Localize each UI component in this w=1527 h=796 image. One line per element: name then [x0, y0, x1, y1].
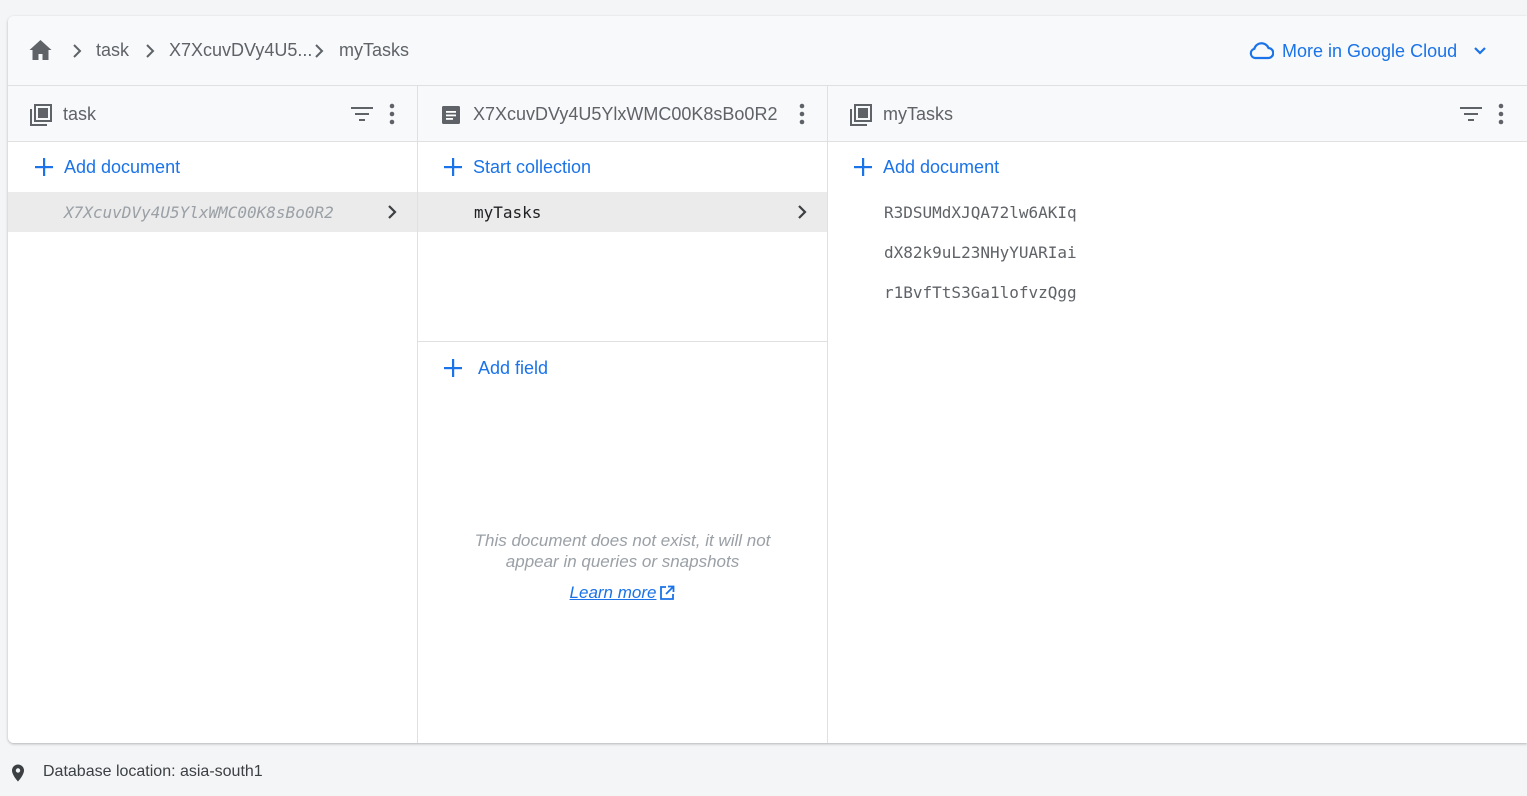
subcollection-panel-header: myTasks: [828, 86, 1527, 142]
add-field-button[interactable]: Add field: [443, 353, 548, 383]
more-vert-icon: [1498, 103, 1504, 125]
plus-icon: [444, 158, 462, 176]
subcollection-title: myTasks: [883, 104, 954, 124]
add-document-button[interactable]: Add document: [34, 152, 180, 182]
add-document-button[interactable]: Add document: [853, 152, 999, 182]
document-item[interactable]: dX82k9uL23NHyYUARIai: [884, 243, 1077, 269]
collection-title: task: [63, 104, 97, 124]
add-document-label: Add document: [883, 156, 1000, 177]
breadcrumb-item-document[interactable]: X7XcuvDVy4U5...: [169, 40, 312, 61]
start-collection-button[interactable]: Start collection: [443, 152, 591, 182]
plus-icon: [854, 158, 872, 176]
more-in-google-cloud-button[interactable]: More in Google Cloud: [1248, 38, 1487, 64]
plus-icon: [444, 359, 462, 377]
chevron-down-icon: [1474, 47, 1486, 55]
document-id: X7XcuvDVy4U5YlxWMC00K8sBo0R2: [64, 202, 334, 222]
breadcrumb-item-mytasks[interactable]: myTasks: [339, 40, 409, 61]
add-document-label: Add document: [64, 156, 181, 177]
learn-more-link-wrap: Learn more: [418, 583, 827, 603]
learn-more-link[interactable]: Learn more: [570, 583, 657, 602]
subcollection-row[interactable]: myTasks: [418, 192, 827, 232]
more-options-button[interactable]: [788, 100, 816, 128]
document-item[interactable]: R3DSUMdXJQA72lw6AKIq: [884, 203, 1077, 229]
subcollection-name: myTasks: [474, 202, 542, 222]
firestore-card: task X7XcuvDVy4U5... myTasks More in Goo…: [8, 16, 1527, 743]
chevron-right-icon: [73, 44, 82, 58]
section-divider: [418, 341, 827, 342]
chevron-right-icon: [388, 205, 397, 219]
database-location: Database location: asia-south1: [43, 763, 263, 780]
breadcrumb: task X7XcuvDVy4U5... myTasks More in Goo…: [8, 16, 1527, 86]
open-in-new-icon[interactable]: [659, 585, 675, 601]
document-row[interactable]: X7XcuvDVy4U5YlxWMC00K8sBo0R2: [8, 192, 417, 232]
location-pin-icon: [12, 764, 24, 782]
plus-icon: [35, 158, 53, 176]
more-in-google-cloud-label: More in Google Cloud: [1282, 40, 1458, 61]
document-panel-header: X7XcuvDVy4U5YlxWMC00K8sBo0R2: [418, 86, 827, 142]
document-item[interactable]: r1BvfTtS3Ga1lofvzQgg: [884, 283, 1077, 309]
more-options-button[interactable]: [1487, 100, 1515, 128]
filter-icon: [351, 107, 373, 121]
start-collection-label: Start collection: [473, 156, 592, 177]
chevron-right-icon: [315, 44, 324, 58]
filter-button[interactable]: [348, 100, 376, 128]
collection-panel: task Add document X7XcuvDVy4U5YlxWMC00K8…: [8, 86, 418, 743]
document-not-exist-message: This document does not exist, it will no…: [474, 531, 771, 571]
footer: Database location: asia-south1: [0, 752, 1527, 792]
chevron-right-icon: [146, 44, 155, 58]
more-vert-icon: [389, 103, 395, 125]
filter-icon: [1460, 107, 1482, 121]
chevron-right-icon: [798, 205, 807, 219]
subcollection-panel: myTasks Add document R3DSUMdXJQA72lw6AKI…: [828, 86, 1527, 743]
more-vert-icon: [799, 103, 805, 125]
document-panel: X7XcuvDVy4U5YlxWMC00K8sBo0R2 Start colle…: [418, 86, 828, 743]
document-title: X7XcuvDVy4U5YlxWMC00K8sBo0R2: [473, 104, 778, 124]
collection-panel-header: task: [8, 86, 417, 142]
collection-icon: [850, 104, 872, 126]
home-icon[interactable]: [28, 39, 53, 61]
breadcrumb-item-task[interactable]: task: [96, 40, 129, 61]
collection-icon: [30, 104, 52, 126]
more-options-button[interactable]: [378, 100, 406, 128]
document-icon: [442, 106, 460, 124]
filter-button[interactable]: [1457, 100, 1485, 128]
cloud-icon: [1249, 42, 1274, 60]
add-field-label: Add field: [478, 357, 549, 378]
